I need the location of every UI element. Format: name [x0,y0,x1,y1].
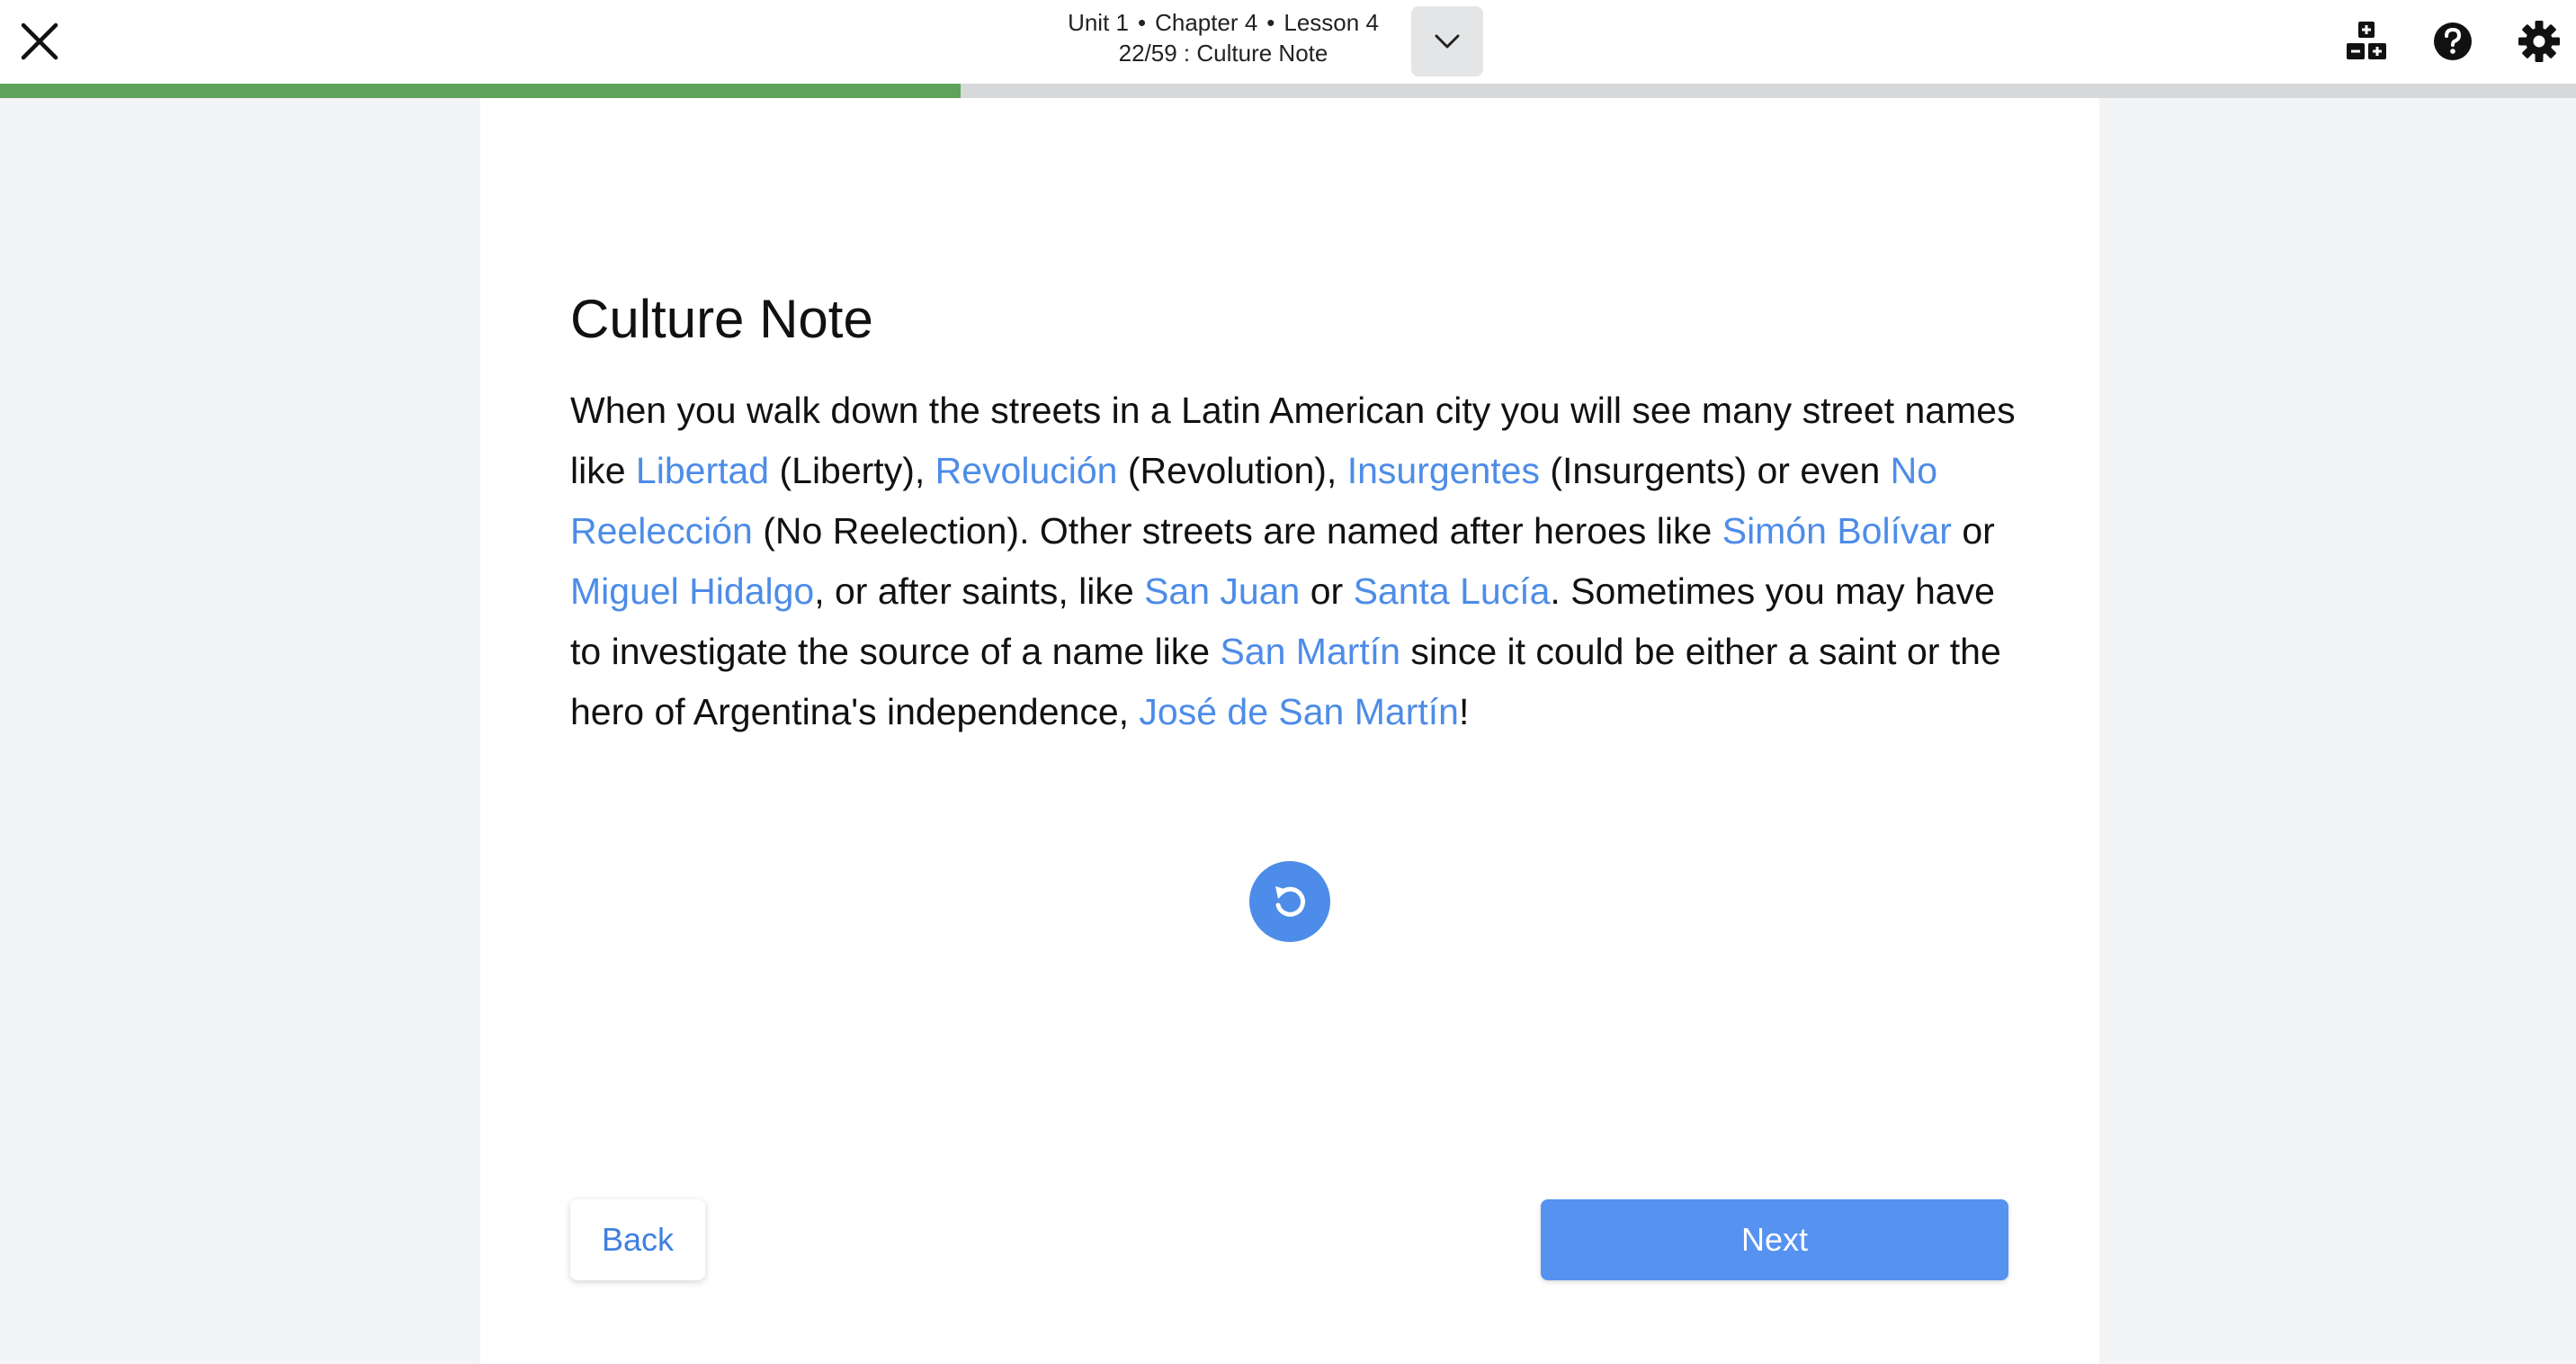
help-icon [2434,22,2472,60]
term-link[interactable]: Insurgentes [1347,450,1540,491]
content-card: Culture Note When you walk down the stre… [480,98,2099,1364]
close-icon [21,22,58,60]
breadcrumb-separator: • [1137,9,1147,36]
term-link[interactable]: Miguel Hidalgo [570,570,814,612]
replay-icon [1275,886,1305,917]
term-link[interactable]: Santa Lucía [1354,570,1551,612]
term-link[interactable]: Simón Bolívar [1722,510,1952,552]
slide-position: 22/59 : Culture Note [1118,40,1328,67]
top-bar: Unit 1 • Chapter 4 • Lesson 4 22/59 : Cultur… [0,0,2576,84]
settings-button[interactable] [2518,20,2561,63]
note-text-run: , or after saints, like [814,570,1145,612]
note-text-run: (Revolution), [1117,450,1347,491]
close-button[interactable] [18,20,61,63]
note-text-run: or [1300,570,1354,612]
next-button[interactable]: Next [1541,1199,2008,1280]
back-button[interactable]: Back [570,1199,705,1280]
lesson-breadcrumb: Unit 1 • Chapter 4 • Lesson 4 22/59 : Cultur… [989,7,1457,68]
grid-button[interactable] [2345,20,2388,63]
replay-audio-button[interactable] [1249,861,1330,942]
term-link[interactable]: San Martín [1220,631,1400,672]
term-link[interactable]: José de San Martín [1139,691,1459,732]
gear-icon [2518,21,2560,62]
term-link[interactable]: Revolución [935,450,1118,491]
page-title: Culture Note [570,289,873,349]
note-text-run: (Insurgents) or even [1539,450,1891,491]
help-button[interactable] [2431,20,2474,63]
breadcrumb-chapter: Chapter 4 [1155,9,1258,36]
lesson-progress-fill [0,84,961,98]
lesson-menu-toggle[interactable] [1411,6,1483,76]
chevron-down-icon [1435,34,1460,49]
breadcrumb-unit: Unit 1 [1068,9,1129,36]
culture-note-text: When you walk down the streets in a Lati… [570,381,2027,742]
note-text-run: (Liberty), [769,450,935,491]
breadcrumb-path: Unit 1 • Chapter 4 • Lesson 4 [989,7,1457,38]
grid-plus-icon [2347,22,2386,59]
breadcrumb-lesson: Lesson 4 [1284,9,1379,36]
term-link[interactable]: Libertad [636,450,769,491]
note-text-run: or [1951,510,1995,552]
lesson-progress-bar [0,84,2576,98]
breadcrumb-separator: • [1266,9,1275,36]
term-link[interactable]: San Juan [1144,570,1300,612]
note-text-run: ! [1458,691,1470,732]
note-text-run: (No Reelection). Other streets are named… [752,510,1722,552]
